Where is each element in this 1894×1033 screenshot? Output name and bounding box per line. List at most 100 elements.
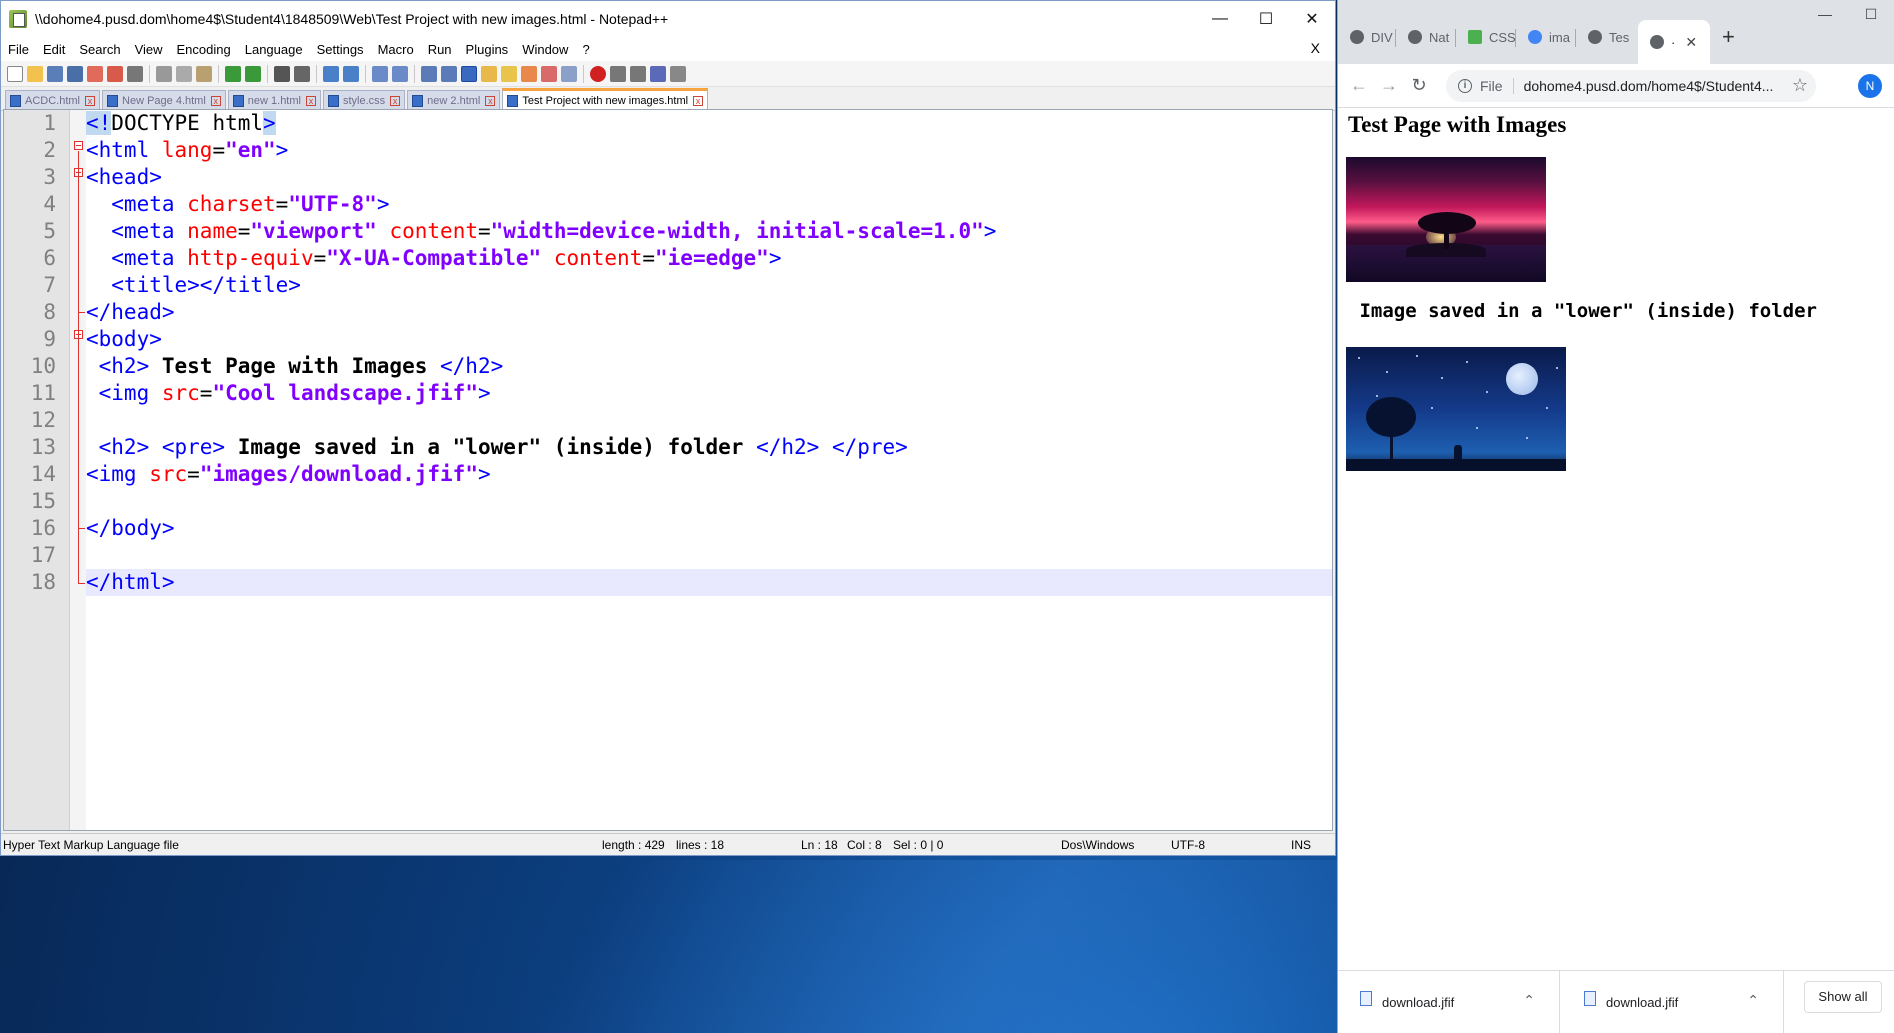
- chevron-up-icon[interactable]: ⌃: [1747, 992, 1759, 1009]
- show-all-button[interactable]: Show all: [1804, 981, 1882, 1013]
- menu-help[interactable]: ?: [575, 42, 596, 57]
- download-item[interactable]: download.jfif ⌃: [1562, 971, 1784, 1033]
- line-number: 9: [43, 327, 56, 351]
- download-filename: download.jfif: [1606, 995, 1679, 1010]
- new-tab-button[interactable]: +: [1722, 24, 1735, 50]
- run-macro-multiple-icon[interactable]: [650, 65, 666, 82]
- open-folder-icon[interactable]: [27, 65, 43, 82]
- browser-tab-images[interactable]: ima: [1516, 22, 1570, 52]
- browser-tab-active[interactable]: · ✕: [1638, 20, 1710, 64]
- menu-encoding[interactable]: Encoding: [170, 42, 238, 57]
- star: [1476, 427, 1478, 429]
- stop-macro-icon[interactable]: [610, 65, 626, 82]
- find-icon[interactable]: [274, 65, 290, 82]
- menu-plugins[interactable]: Plugins: [459, 42, 516, 57]
- tab-close-icon[interactable]: x: [693, 95, 704, 106]
- forward-arrow-icon[interactable]: →: [1374, 75, 1404, 96]
- save-macro-icon[interactable]: [670, 65, 686, 82]
- close-file-icon[interactable]: [87, 65, 103, 82]
- code-line-13: <h2> <pre> Image saved in a "lower" (ins…: [86, 434, 1332, 461]
- new-file-icon[interactable]: [7, 65, 23, 82]
- maximize-button[interactable]: ☐: [1848, 0, 1894, 28]
- tab-close-icon[interactable]: x: [485, 95, 496, 106]
- maximize-button[interactable]: ☐: [1243, 1, 1289, 37]
- close-document-icon[interactable]: X: [1304, 40, 1327, 56]
- menu-macro[interactable]: Macro: [371, 42, 421, 57]
- minimize-button[interactable]: —: [1197, 1, 1243, 37]
- save-all-icon[interactable]: [67, 65, 83, 82]
- tab-new-page-4[interactable]: New Page 4.html x: [102, 90, 226, 110]
- download-item[interactable]: download.jfif ⌃: [1338, 971, 1560, 1033]
- save-icon[interactable]: [47, 65, 63, 82]
- play-macro-icon[interactable]: [630, 65, 646, 82]
- code-token: =: [237, 219, 251, 243]
- menu-language[interactable]: Language: [238, 42, 310, 57]
- browser-tab-nat[interactable]: Nat: [1396, 22, 1449, 52]
- function-list-icon[interactable]: [521, 65, 537, 82]
- indent-guide-icon[interactable]: [461, 65, 477, 82]
- toolbar-separator: [149, 64, 150, 83]
- tab-close-icon[interactable]: x: [85, 95, 96, 106]
- redo-icon[interactable]: [245, 65, 261, 82]
- reload-icon[interactable]: ↻: [1404, 75, 1434, 96]
- bookmark-star-icon[interactable]: ☆: [1792, 75, 1808, 96]
- tab-close-icon[interactable]: x: [210, 95, 221, 106]
- browser-tab-test[interactable]: Tes: [1576, 22, 1629, 52]
- profile-avatar[interactable]: N: [1858, 74, 1882, 98]
- record-macro-icon[interactable]: [590, 65, 606, 82]
- code-text-area[interactable]: <!DOCTYPE html> <html lang="en"> <head> …: [86, 110, 1332, 830]
- close-all-icon[interactable]: [107, 65, 123, 82]
- paste-icon[interactable]: [196, 65, 212, 82]
- browser-tab-css[interactable]: CSS: [1456, 22, 1516, 52]
- tab-acdc[interactable]: ACDC.html x: [5, 90, 101, 110]
- monitoring-icon[interactable]: [561, 65, 577, 82]
- copy-icon[interactable]: [176, 65, 192, 82]
- word-wrap-icon[interactable]: [421, 65, 437, 82]
- menu-view[interactable]: View: [128, 42, 170, 57]
- fold-end-mark: [78, 528, 85, 529]
- define-language-icon[interactable]: [481, 65, 497, 82]
- tab-new-2[interactable]: new 2.html x: [407, 90, 501, 110]
- show-all-chars-icon[interactable]: [441, 65, 457, 82]
- zoom-in-icon[interactable]: [323, 65, 339, 82]
- browser-tab-div[interactable]: DIV: [1338, 22, 1393, 52]
- undo-icon[interactable]: [225, 65, 241, 82]
- zoom-out-icon[interactable]: [343, 65, 359, 82]
- menu-edit[interactable]: Edit: [36, 42, 72, 57]
- css-site-icon: [1468, 30, 1482, 44]
- minimize-button[interactable]: —: [1802, 0, 1848, 28]
- doc-map-icon[interactable]: [501, 65, 517, 82]
- cut-icon[interactable]: [156, 65, 172, 82]
- chevron-up-icon[interactable]: ⌃: [1523, 992, 1535, 1009]
- address-bar[interactable]: i File dohome4.pusd.dom/home4$/Student4.…: [1446, 70, 1816, 102]
- code-token: </h2>: [440, 354, 504, 378]
- info-icon[interactable]: i: [1458, 79, 1472, 93]
- code-line-1: <!DOCTYPE html>: [86, 110, 1332, 137]
- code-editor[interactable]: 1 2 3 4 5 6 7 8 9 10 11 12 13 14 15 16 1…: [3, 109, 1333, 831]
- close-button[interactable]: ✕: [1289, 1, 1335, 37]
- print-icon[interactable]: [127, 65, 143, 82]
- folder-workspace-icon[interactable]: [541, 65, 557, 82]
- tab-close-icon[interactable]: x: [390, 95, 401, 106]
- toolbar: [1, 61, 1335, 87]
- tab-new-1[interactable]: new 1.html x: [227, 90, 321, 110]
- menu-file[interactable]: File: [1, 42, 36, 57]
- replace-icon[interactable]: [294, 65, 310, 82]
- menu-search[interactable]: Search: [72, 42, 127, 57]
- tab-close-icon[interactable]: ✕: [1685, 34, 1697, 51]
- sync-horizontal-icon[interactable]: [392, 65, 408, 82]
- menu-settings[interactable]: Settings: [310, 42, 371, 57]
- sync-scroll-icon[interactable]: [372, 65, 388, 82]
- tab-close-icon[interactable]: x: [305, 95, 316, 106]
- menu-run[interactable]: Run: [421, 42, 459, 57]
- back-arrow-icon[interactable]: ←: [1344, 75, 1374, 96]
- tab-style-css[interactable]: style.css x: [322, 90, 406, 110]
- line-number: 14: [30, 462, 56, 486]
- code-token: </body>: [86, 516, 175, 540]
- code-token: DOCTYPE html: [111, 111, 264, 135]
- status-eol: Dos\Windows: [1061, 838, 1135, 852]
- globe-icon: [1650, 35, 1664, 49]
- tab-test-project[interactable]: Test Project with new images.html x: [502, 88, 709, 110]
- fold-toggle-icon[interactable]: [74, 141, 83, 150]
- menu-window[interactable]: Window: [515, 42, 575, 57]
